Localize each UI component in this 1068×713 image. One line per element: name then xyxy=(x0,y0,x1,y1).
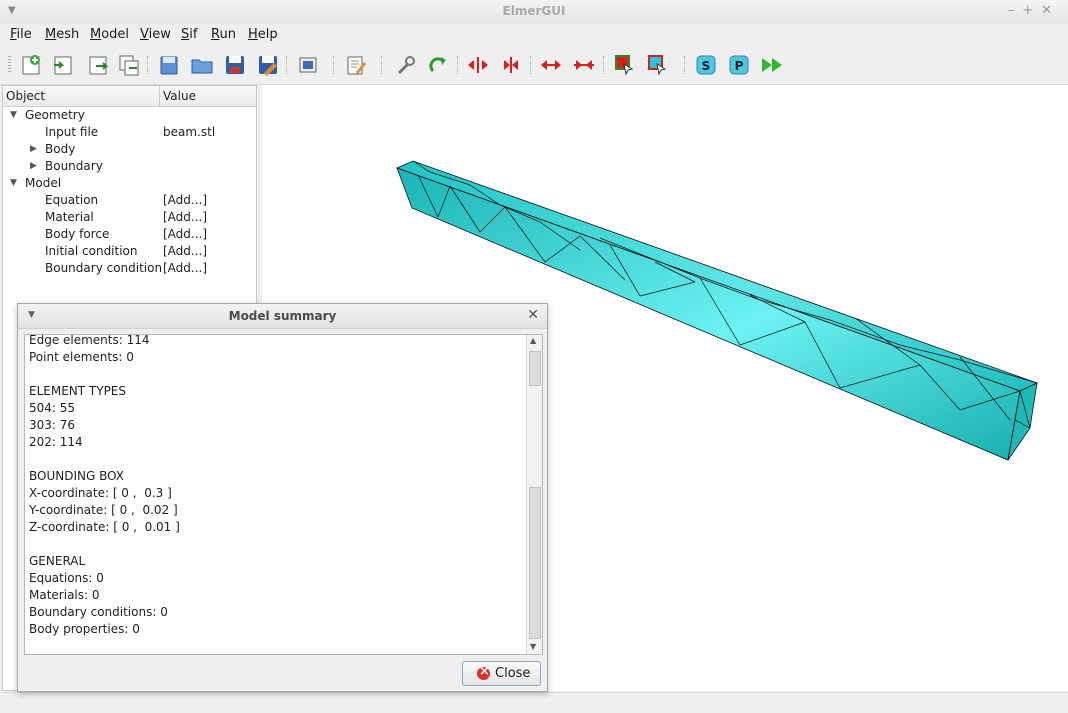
tree-item-label: Initial condition xyxy=(45,244,138,258)
menu-model[interactable]: Model xyxy=(90,27,129,42)
tree-item-value[interactable]: [Add...] xyxy=(163,193,207,207)
toolbar-separator xyxy=(381,56,383,74)
menubar: File Mesh Model View Sif Run Help xyxy=(0,24,1068,46)
menu-file[interactable]: File xyxy=(10,27,32,42)
status-bar xyxy=(0,692,1068,713)
settings-wrench-icon[interactable] xyxy=(394,53,418,77)
tree-item-label: Boundary condition xyxy=(45,261,163,275)
close-icon[interactable]: ✕ xyxy=(527,307,539,323)
dialog-title: Model summary xyxy=(228,309,337,323)
menu-help[interactable]: Help xyxy=(248,27,278,42)
scroll-down-icon[interactable]: ▼ xyxy=(530,642,536,651)
toolbar-separator xyxy=(457,56,459,74)
collapsed-arrow-icon[interactable]: ▶ xyxy=(30,161,37,171)
scrollbar-track[interactable] xyxy=(529,487,541,639)
divide-surface-icon[interactable] xyxy=(466,53,490,77)
toolbar-grip[interactable] xyxy=(8,56,11,74)
unify-surface-icon[interactable] xyxy=(499,53,523,77)
select-edge-icon[interactable] xyxy=(645,53,669,77)
close-button[interactable]: Close xyxy=(462,661,541,686)
tree-item-value[interactable]: [Add...] xyxy=(163,210,207,224)
window-titlebar: ▼ ElmerGUI –+✕ xyxy=(0,0,1068,25)
tree-item-label: Body force xyxy=(45,227,110,241)
window-title: ElmerGUI xyxy=(502,4,566,18)
expand-arrow-icon[interactable]: ▼ xyxy=(10,110,17,120)
tree-item-value[interactable]: [Add...] xyxy=(163,227,207,241)
summary-text: Edge elements: 114 Point elements: 0 ELE… xyxy=(29,334,180,636)
menu-run[interactable]: Run xyxy=(211,27,236,42)
scrollbar-thumb[interactable] xyxy=(529,351,541,386)
tree-item-label: Input file xyxy=(45,125,99,139)
new-icon[interactable] xyxy=(19,53,43,77)
tree-header: Object Value xyxy=(3,86,256,107)
tree-item-value[interactable]: [Add...] xyxy=(163,261,207,275)
run-all-icon[interactable] xyxy=(760,53,784,77)
model-summary-dialog: ▼ Model summary ✕ Edge elements: 114 Poi… xyxy=(17,303,548,692)
redo-icon[interactable] xyxy=(427,53,451,77)
collapsed-arrow-icon[interactable]: ▶ xyxy=(30,144,37,154)
vertical-scrollbar[interactable]: ▲ ▼ xyxy=(526,335,542,654)
tree-item-label: Boundary xyxy=(45,159,103,173)
tree-item-label: Body xyxy=(45,142,76,156)
save-as-icon[interactable] xyxy=(256,53,280,77)
toolbar-separator xyxy=(603,56,605,74)
tree-header-object[interactable]: Object xyxy=(6,89,45,103)
close-circle-icon xyxy=(477,664,490,680)
expand-arrow-icon[interactable]: ▼ xyxy=(10,178,17,188)
tree-header-value[interactable]: Value xyxy=(163,89,196,103)
tree-item-label: Model xyxy=(25,176,62,190)
select-surface-icon[interactable] xyxy=(612,53,636,77)
start-solver-icon[interactable]: S xyxy=(694,53,718,77)
toolbar-separator xyxy=(333,56,335,74)
toolbar: S P xyxy=(0,46,1068,85)
tree-item-label: Material xyxy=(45,210,94,224)
postprocessor-icon[interactable]: P xyxy=(727,53,751,77)
scroll-up-icon[interactable]: ▲ xyxy=(530,336,536,345)
tree-item-label: Geometry xyxy=(25,108,85,122)
toolbar-separator xyxy=(530,56,532,74)
menu-mesh[interactable]: Mesh xyxy=(45,27,79,42)
divide-edge-icon[interactable] xyxy=(539,53,563,77)
window-controls[interactable]: –+✕ xyxy=(1008,3,1060,18)
open-file-icon[interactable] xyxy=(157,53,181,77)
screenshot-icon[interactable] xyxy=(296,53,320,77)
tree-item-value[interactable]: [Add...] xyxy=(163,244,207,258)
close-button-label: Close xyxy=(495,666,531,681)
summary-textbox[interactable]: Edge elements: 114 Point elements: 0 ELE… xyxy=(24,334,543,655)
menu-view[interactable]: View xyxy=(140,27,171,42)
open-folder-icon[interactable] xyxy=(190,53,214,77)
save-icon[interactable] xyxy=(223,53,247,77)
dialog-titlebar[interactable]: ▼ Model summary ✕ xyxy=(18,304,547,329)
svg-text:S: S xyxy=(702,59,711,73)
tree-item-value: beam.stl xyxy=(163,125,216,139)
toolbar-separator xyxy=(286,56,288,74)
svg-text:P: P xyxy=(735,59,744,73)
save-mesh-icon[interactable] xyxy=(117,53,141,77)
menu-sif[interactable]: Sif xyxy=(181,27,197,42)
load-mesh-icon[interactable] xyxy=(86,53,110,77)
toolbar-separator xyxy=(684,56,686,74)
open-mesh-icon[interactable] xyxy=(51,53,75,77)
toolbar-separator xyxy=(147,56,149,74)
unify-edge-icon[interactable] xyxy=(572,53,596,77)
edit-sif-icon[interactable] xyxy=(344,53,368,77)
tree-item-label: Equation xyxy=(45,193,99,207)
